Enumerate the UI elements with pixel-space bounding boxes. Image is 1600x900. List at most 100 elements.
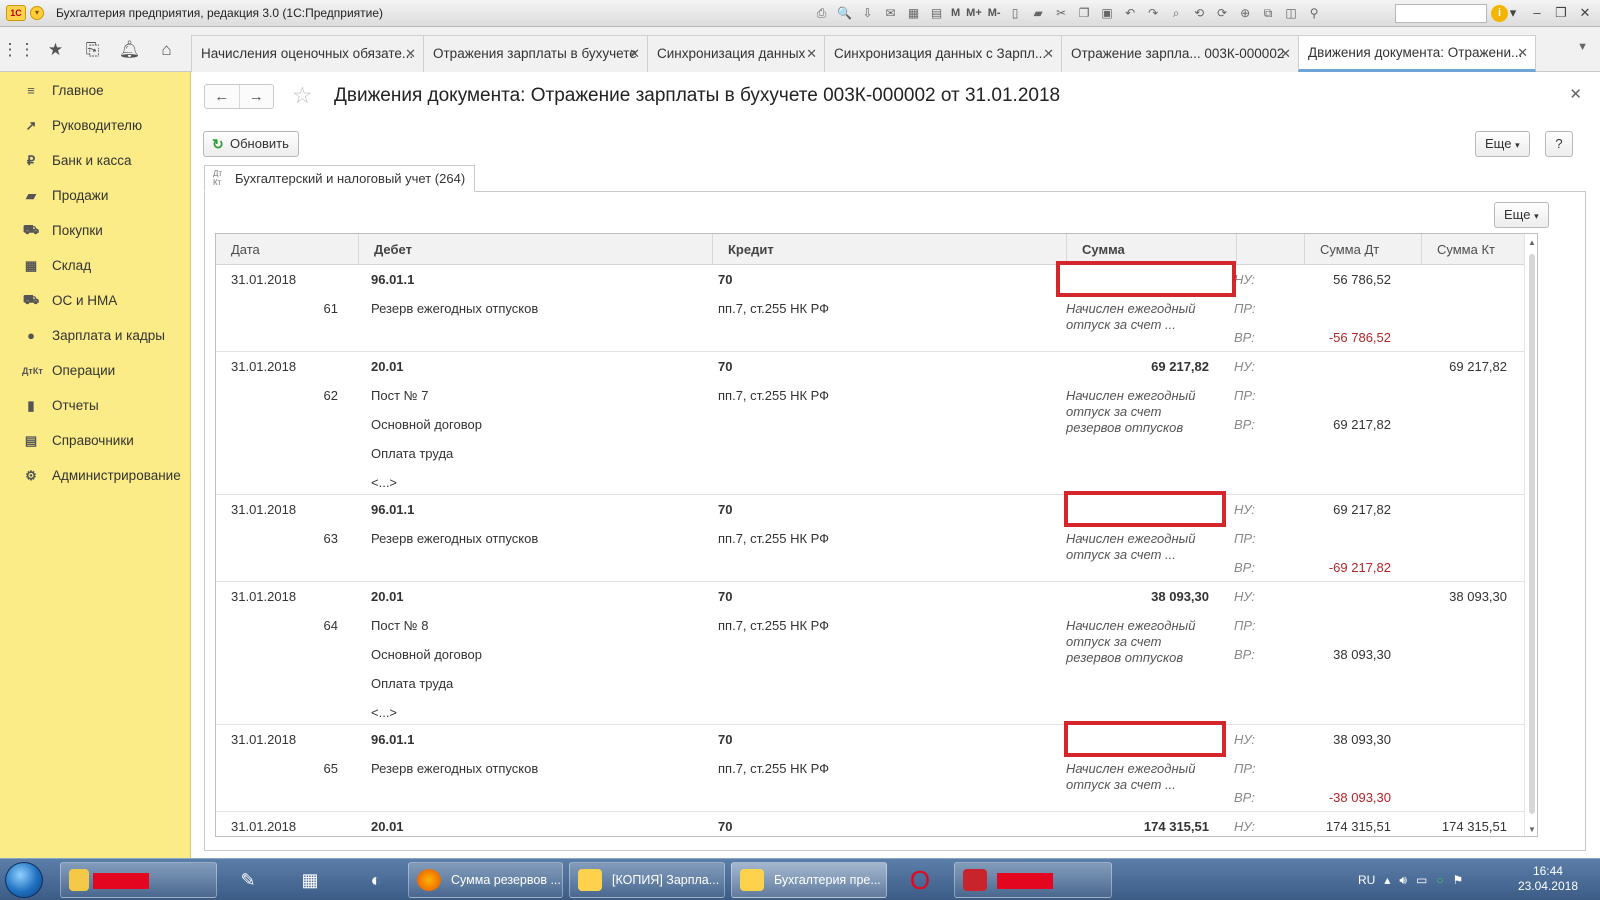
preview-icon[interactable]: 🔍 xyxy=(835,4,854,22)
save-icon[interactable]: ⇩ xyxy=(858,4,877,22)
close-tab-icon[interactable]: ✕ xyxy=(1517,36,1528,69)
copy-icon[interactable]: ❐ xyxy=(1075,4,1094,22)
status-circle-icon[interactable]: ○ xyxy=(1436,873,1443,887)
calendar-icon[interactable]: ▤ xyxy=(927,4,946,22)
start-button[interactable] xyxy=(5,862,43,898)
undo-icon[interactable]: ↶ xyxy=(1121,4,1140,22)
taskbar-explorer[interactable] xyxy=(60,862,217,898)
close-tab-icon[interactable]: ✕ xyxy=(405,36,416,71)
close-form-icon[interactable]: ✕ xyxy=(1569,85,1582,103)
sidebar-item-sales[interactable]: ▰ Продажи xyxy=(0,178,190,213)
sidebar-item-director[interactable]: ↗ Руководителю xyxy=(0,108,190,143)
find-next-icon[interactable]: ⟲ xyxy=(1190,4,1209,22)
tab-estimated-liabilities[interactable]: Начисления оценочных обязате... ✕ xyxy=(191,35,424,72)
scroll-up-icon[interactable]: ▲ xyxy=(1528,238,1536,247)
column-header-debit[interactable]: Дебет xyxy=(359,234,713,265)
favorites-star-icon[interactable]: ★ xyxy=(37,27,74,72)
sidebar-item-warehouse[interactable]: ▦ Склад xyxy=(0,248,190,283)
taskbar-app-icon[interactable]: ◐ xyxy=(356,863,396,897)
home-icon[interactable]: ⌂ xyxy=(148,27,185,72)
column-header-date[interactable]: Дата xyxy=(216,234,359,265)
all-functions-icon[interactable]: ⋮⋮ xyxy=(0,27,37,72)
column-header-amount-kt[interactable]: Сумма Кт xyxy=(1422,234,1537,265)
sidebar-item-main[interactable]: ≡ Главное xyxy=(0,73,190,108)
cut-icon[interactable]: ✂ xyxy=(1052,4,1071,22)
volume-icon[interactable]: 🔊︎ xyxy=(1399,873,1407,888)
mail-icon[interactable]: ✉ xyxy=(881,4,900,22)
tab-data-sync[interactable]: Синхронизация данных ✕ xyxy=(647,35,825,72)
dropdown-icon[interactable]: ▾ xyxy=(1502,3,1524,23)
new-document-icon[interactable]: ▯ xyxy=(1006,4,1025,22)
sidebar-item-purchases[interactable]: ⛟ Покупки xyxy=(0,213,190,248)
vertical-scrollbar[interactable]: ▲ ▼ xyxy=(1524,234,1537,836)
sidebar-item-reports[interactable]: ▮ Отчеты xyxy=(0,388,190,423)
history-icon[interactable]: ⎘ xyxy=(74,27,111,72)
sidebar-item-operations[interactable]: ДтКт Операции xyxy=(0,353,190,388)
tab-document-movements[interactable]: Движения документа: Отражени... ✕ xyxy=(1298,35,1536,72)
close-tab-icon[interactable]: ✕ xyxy=(629,36,640,71)
column-header-credit[interactable]: Кредит xyxy=(713,234,1067,265)
panels-icon[interactable]: ◫ xyxy=(1282,4,1301,22)
tools-icon[interactable]: ⚲ xyxy=(1305,4,1324,22)
close-window-icon[interactable]: ✕ xyxy=(1574,3,1596,23)
add-to-favorites-star-icon[interactable]: ☆ xyxy=(292,82,313,109)
forward-arrow-icon[interactable]: → xyxy=(240,85,274,108)
scroll-thumb[interactable] xyxy=(1529,254,1535,814)
network-icon[interactable]: ▭ xyxy=(1416,873,1427,887)
sidebar-item-admin[interactable]: ⚙ Администрирование xyxy=(0,458,190,493)
global-search-input[interactable] xyxy=(1395,4,1487,23)
back-arrow-icon[interactable]: ← xyxy=(205,85,240,108)
refresh-button[interactable]: ↻ Обновить xyxy=(203,131,299,157)
tab-salary-document[interactable]: Отражение зарпла... 003К-000002 ✕ xyxy=(1061,35,1299,72)
taskbar-firefox[interactable]: Сумма резервов ... xyxy=(408,862,563,898)
close-tab-icon[interactable]: ✕ xyxy=(1280,36,1291,71)
column-header-amount-dt[interactable]: Сумма Дт xyxy=(1305,234,1422,265)
tab-salary-sync[interactable]: Синхронизация данных с Зарпл... ✕ xyxy=(824,35,1062,72)
language-indicator[interactable]: RU xyxy=(1358,873,1375,887)
table-row[interactable]: 31.01.2018 61 96.01.1 Резерв ежегодных отпу… xyxy=(216,261,1524,352)
taskbar-opera-icon[interactable]: O xyxy=(900,863,940,897)
close-tab-icon[interactable]: ✕ xyxy=(1043,36,1054,71)
sidebar-item-catalogs[interactable]: ▤ Справочники xyxy=(0,423,190,458)
restore-icon[interactable]: ❐ xyxy=(1550,3,1572,23)
taskbar-1c-copy[interactable]: [КОПИЯ] Зарпла... xyxy=(569,862,725,898)
sidebar-item-bank[interactable]: ₽ Банк и касса xyxy=(0,143,190,178)
help-button[interactable]: ? xyxy=(1545,131,1573,157)
close-tab-icon[interactable]: ✕ xyxy=(806,36,817,71)
tab-accounting-tax[interactable]: Дт Кт Бухгалтерский и налоговый учет (264… xyxy=(204,165,476,192)
find-prev-icon[interactable]: ⟳ xyxy=(1213,4,1232,22)
calculator-icon[interactable]: ▦ xyxy=(904,4,923,22)
windows-icon[interactable]: ⧉ xyxy=(1259,4,1278,22)
table-row[interactable]: 31.01.2018 65 96.01.1 Резерв ежегодных отпу… xyxy=(216,721,1524,812)
column-header-tax-type[interactable] xyxy=(1237,234,1305,265)
taskbar-acrobat[interactable] xyxy=(954,862,1112,898)
taskbar-paint-icon[interactable]: ✎ xyxy=(228,863,268,897)
sidebar-item-salary[interactable]: ● Зарплата и кадры xyxy=(0,318,190,353)
table-row[interactable]: 31.01.2018 63 96.01.1 Резерв ежегодных отпу… xyxy=(216,491,1524,582)
tray-expand-icon[interactable]: ▴ xyxy=(1384,873,1390,887)
redo-icon[interactable]: ↷ xyxy=(1144,4,1163,22)
clock[interactable]: 16:44 23.04.2018 xyxy=(1518,864,1578,894)
minimize-icon[interactable]: – xyxy=(1526,3,1548,23)
tab-salary-reflections[interactable]: Отражения зарплаты в бухучете ✕ xyxy=(423,35,648,72)
open-folder-icon[interactable]: ▰ xyxy=(1029,4,1048,22)
table-row[interactable]: 31.01.2018 62 20.01 Пост № 7 Основной догово… xyxy=(216,352,1524,495)
paste-icon[interactable]: ▣ xyxy=(1098,4,1117,22)
memory-m-minus-button[interactable]: M- xyxy=(987,4,1002,22)
sidebar-item-fixed-assets[interactable]: ⛟ ОС и НМА xyxy=(0,283,190,318)
taskbar-1c-accounting[interactable]: Бухгалтерия пре... xyxy=(731,862,887,898)
more-actions-button[interactable]: Еще ▾ xyxy=(1475,131,1530,157)
table-row[interactable]: 31.01.201820.0170174 315,51НУ:ПР:ВР:174 … xyxy=(216,812,1524,836)
table-more-button[interactable]: Еще ▾ xyxy=(1494,202,1549,228)
table-row[interactable]: 31.01.2018 64 20.01 Пост № 8 Основной догово… xyxy=(216,582,1524,725)
tabs-list-icon[interactable]: ▼ xyxy=(1577,41,1588,53)
taskbar-calculator-icon[interactable]: ▦ xyxy=(290,863,330,897)
zoom-icon[interactable]: ⊕ xyxy=(1236,4,1255,22)
memory-m-plus-button[interactable]: M+ xyxy=(965,4,983,22)
find-icon[interactable]: ⌕ xyxy=(1167,4,1186,22)
scroll-down-icon[interactable]: ▼ xyxy=(1528,825,1536,834)
main-menu-icon[interactable]: ▾ xyxy=(30,6,44,20)
flag-icon[interactable]: ⚑ xyxy=(1453,873,1464,887)
memory-m-button[interactable]: M xyxy=(950,4,961,22)
print-icon[interactable]: ⎙ xyxy=(812,4,831,22)
